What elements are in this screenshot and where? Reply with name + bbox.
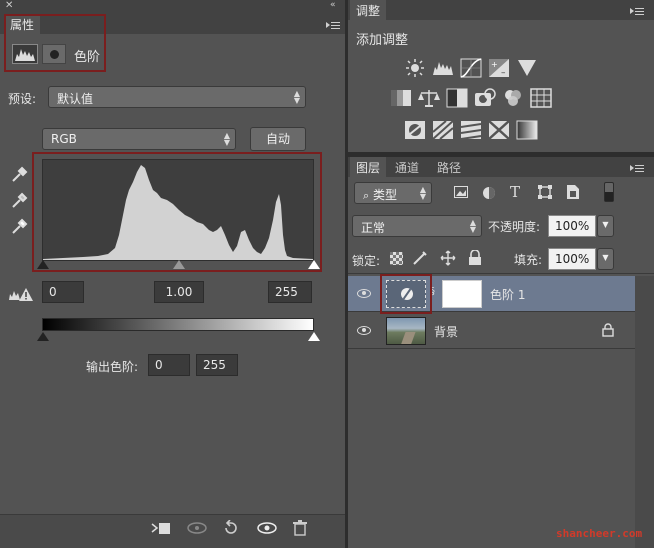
posterize-icon[interactable] bbox=[432, 120, 454, 140]
preset-select-value: 默认值 bbox=[57, 92, 94, 106]
layer-filter-value: 类型 bbox=[373, 188, 398, 202]
gradient-map-icon[interactable] bbox=[516, 120, 538, 140]
output-white-field[interactable]: 255 bbox=[196, 354, 238, 376]
gray-point-eyedropper-icon[interactable] bbox=[10, 192, 28, 213]
layer-row-background[interactable]: 背景 bbox=[348, 313, 635, 349]
invert-icon[interactable] bbox=[404, 120, 426, 140]
background-layer-thumbnail[interactable] bbox=[386, 317, 426, 345]
layer-visibility-eye-icon[interactable] bbox=[357, 289, 371, 298]
lock-position-icon[interactable] bbox=[440, 250, 456, 269]
histogram-highlight-box bbox=[32, 152, 322, 272]
select-arrows-icon: ▲ ▼ bbox=[419, 185, 426, 201]
output-black-slider-handle[interactable] bbox=[37, 332, 49, 341]
view-previous-state-icon[interactable] bbox=[186, 520, 208, 540]
curves-icon[interactable] bbox=[460, 58, 482, 78]
adjustments-panel-header bbox=[348, 0, 654, 22]
levels-icon[interactable] bbox=[432, 58, 454, 78]
opacity-label: 不透明度: bbox=[488, 220, 541, 234]
lock-all-icon[interactable] bbox=[468, 249, 482, 269]
photo-filter-icon[interactable] bbox=[474, 88, 496, 108]
search-icon: ⌕ bbox=[363, 189, 370, 202]
blend-mode-value: 正常 bbox=[361, 221, 386, 235]
output-black-field[interactable]: 0 bbox=[148, 354, 190, 376]
channel-select-value: RGB bbox=[51, 132, 77, 146]
adjustments-menu-icon[interactable] bbox=[630, 6, 644, 16]
selective-color-icon[interactable] bbox=[488, 120, 510, 140]
black-point-eyedropper-icon[interactable] bbox=[10, 166, 28, 187]
channel-select[interactable]: RGB ▲ ▼ bbox=[42, 128, 236, 150]
watermark: shancheer.com bbox=[556, 527, 643, 540]
collapse-icon[interactable]: « bbox=[330, 0, 336, 10]
filter-type-icon[interactable]: T bbox=[510, 183, 520, 201]
input-gamma-field[interactable]: 1.00 bbox=[154, 281, 204, 303]
color-lookup-icon[interactable] bbox=[530, 88, 552, 108]
panel-menu-icon[interactable] bbox=[326, 20, 340, 30]
svg-text:–: – bbox=[501, 68, 506, 78]
vibrance-icon[interactable] bbox=[516, 58, 538, 78]
input-white-slider-handle[interactable] bbox=[308, 260, 320, 269]
lock-label: 锁定: bbox=[352, 254, 381, 268]
toggle-visibility-icon[interactable] bbox=[256, 520, 278, 540]
layer-lock-icon bbox=[602, 323, 614, 340]
fill-dropdown-button[interactable]: ▼ bbox=[597, 248, 614, 270]
layers-menu-icon[interactable] bbox=[630, 163, 644, 173]
brightness-contrast-icon[interactable] bbox=[404, 58, 426, 78]
filter-shape-icon[interactable] bbox=[538, 185, 552, 202]
blend-mode-select[interactable]: 正常 ▲ ▼ bbox=[352, 215, 482, 237]
tab-paths[interactable]: 路径 bbox=[431, 157, 468, 177]
filter-toggle-switch[interactable] bbox=[604, 182, 614, 202]
output-white-slider-handle[interactable] bbox=[308, 332, 320, 341]
filter-adjustment-icon[interactable] bbox=[482, 186, 496, 203]
preset-label: 预设: bbox=[8, 92, 37, 106]
select-arrows-icon: ▲ ▼ bbox=[223, 131, 230, 147]
black-white-icon[interactable] bbox=[446, 88, 468, 108]
tab-layers[interactable]: 图层 bbox=[350, 157, 387, 177]
add-adjustment-label: 添加调整 bbox=[356, 33, 409, 48]
clipping-warning-icon[interactable] bbox=[8, 286, 34, 305]
filter-pixel-icon[interactable] bbox=[454, 186, 468, 201]
title-highlight-box bbox=[4, 14, 106, 72]
threshold-icon[interactable] bbox=[460, 120, 482, 140]
fill-field[interactable]: 100% bbox=[548, 248, 596, 270]
lock-image-pixels-icon[interactable] bbox=[412, 250, 428, 269]
output-levels-label: 输出色阶: bbox=[86, 360, 139, 374]
white-point-eyedropper-icon[interactable] bbox=[10, 218, 28, 239]
layer-visibility-eye-icon[interactable] bbox=[357, 326, 371, 335]
layer-filter-select[interactable]: ⌕ 类型 ▲ ▼ bbox=[354, 182, 432, 204]
tab-adjustments[interactable]: 调整 bbox=[350, 0, 387, 20]
preset-select[interactable]: 默认值 ▲ ▼ bbox=[48, 86, 306, 108]
auto-button[interactable]: 自动 bbox=[250, 127, 306, 151]
close-panel-icon[interactable]: ✕ bbox=[5, 0, 13, 11]
color-balance-icon[interactable] bbox=[418, 88, 440, 108]
input-black-field[interactable]: 0 bbox=[42, 281, 84, 303]
thumbnail-highlight-box bbox=[380, 274, 432, 314]
exposure-icon[interactable]: + – bbox=[488, 58, 510, 78]
clip-to-layer-icon[interactable] bbox=[150, 520, 172, 540]
layer-name: 色阶 1 bbox=[490, 288, 526, 302]
opacity-field[interactable]: 100% bbox=[548, 215, 596, 237]
select-arrows-icon: ▲ ▼ bbox=[469, 218, 476, 234]
delete-icon[interactable] bbox=[292, 520, 308, 540]
input-gamma-slider-handle[interactable] bbox=[173, 260, 185, 269]
input-white-field[interactable]: 255 bbox=[268, 281, 312, 303]
layer-mask-thumbnail[interactable] bbox=[442, 280, 482, 308]
tab-channels[interactable]: 通道 bbox=[389, 157, 426, 177]
layer-name: 背景 bbox=[434, 325, 459, 339]
filter-smart-object-icon[interactable] bbox=[566, 184, 580, 203]
layers-panel-right-edge bbox=[635, 276, 654, 548]
input-black-slider-handle[interactable] bbox=[37, 260, 49, 269]
opacity-dropdown-button[interactable]: ▼ bbox=[597, 215, 614, 237]
hue-saturation-icon[interactable] bbox=[390, 88, 412, 108]
svg-text:+: + bbox=[491, 60, 498, 69]
lock-transparent-pixels-icon[interactable] bbox=[390, 252, 403, 265]
output-gradient bbox=[42, 318, 314, 331]
channel-mixer-icon[interactable] bbox=[502, 88, 524, 108]
fill-label: 填充: bbox=[514, 253, 543, 267]
select-arrows-icon: ▲ ▼ bbox=[293, 89, 300, 105]
reset-icon[interactable] bbox=[222, 519, 240, 540]
